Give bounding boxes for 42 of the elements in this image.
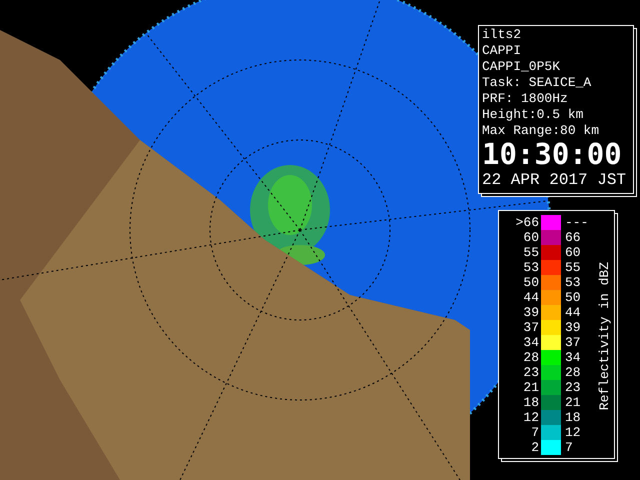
legend-low-value: 50 — [522, 275, 540, 290]
legend-low-value: 12 — [522, 410, 540, 425]
legend-high-value: 39 — [564, 320, 582, 335]
info-line: Height:0.5 km — [482, 107, 584, 123]
legend-high-value: 23 — [564, 380, 582, 395]
info-line: PRF: 1800Hz — [482, 91, 569, 107]
legend-low-value: 60 — [522, 230, 540, 245]
legend-high-value: 55 — [564, 260, 582, 275]
legend-high-value: 44 — [564, 305, 582, 320]
info-line: CAPPI_0P5K — [482, 59, 562, 75]
info-line: ilts2 — [482, 27, 522, 43]
legend-high-value: 28 — [564, 365, 582, 380]
info-line: Max Range:80 km — [482, 123, 600, 139]
legend-low-value: 28 — [522, 350, 540, 365]
info-line: Task: SEAICE_A — [482, 75, 592, 91]
legend-high-value: 21 — [564, 395, 582, 410]
legend-high-value: 7 — [564, 440, 574, 455]
legend-low-value: 23 — [522, 365, 540, 380]
legend-high-value: 50 — [564, 290, 582, 305]
legend-high-value: 34 — [564, 350, 582, 365]
legend-low-value: 37 — [522, 320, 540, 335]
time-text: 10:30:00 — [482, 139, 623, 169]
legend-low-value: 21 — [522, 380, 540, 395]
legend-low-value: 7 — [530, 425, 540, 440]
legend-high-value: 53 — [564, 275, 582, 290]
legend-low-value: 34 — [522, 335, 540, 350]
info-line: CAPPI — [482, 43, 522, 59]
legend-title: Reflectivity in dBZ — [597, 262, 612, 411]
legend-low-value: >66 — [514, 215, 540, 230]
legend-low-value: 53 — [522, 260, 540, 275]
legend-low-value: 18 — [522, 395, 540, 410]
legend-high-value: 60 — [564, 245, 582, 260]
legend-high-value: 18 — [564, 410, 582, 425]
legend-low-value: 55 — [522, 245, 540, 260]
legend-high-value: 66 — [564, 230, 582, 245]
date-text: 22 APR 2017 JST — [482, 170, 626, 191]
legend-low-value: 44 — [522, 290, 540, 305]
legend-low-value: 2 — [530, 440, 540, 455]
legend-high-value: 37 — [564, 335, 582, 350]
legend-high-value: 12 — [564, 425, 582, 440]
legend-low-value: 39 — [522, 305, 540, 320]
legend-high-value: --- — [564, 215, 590, 230]
